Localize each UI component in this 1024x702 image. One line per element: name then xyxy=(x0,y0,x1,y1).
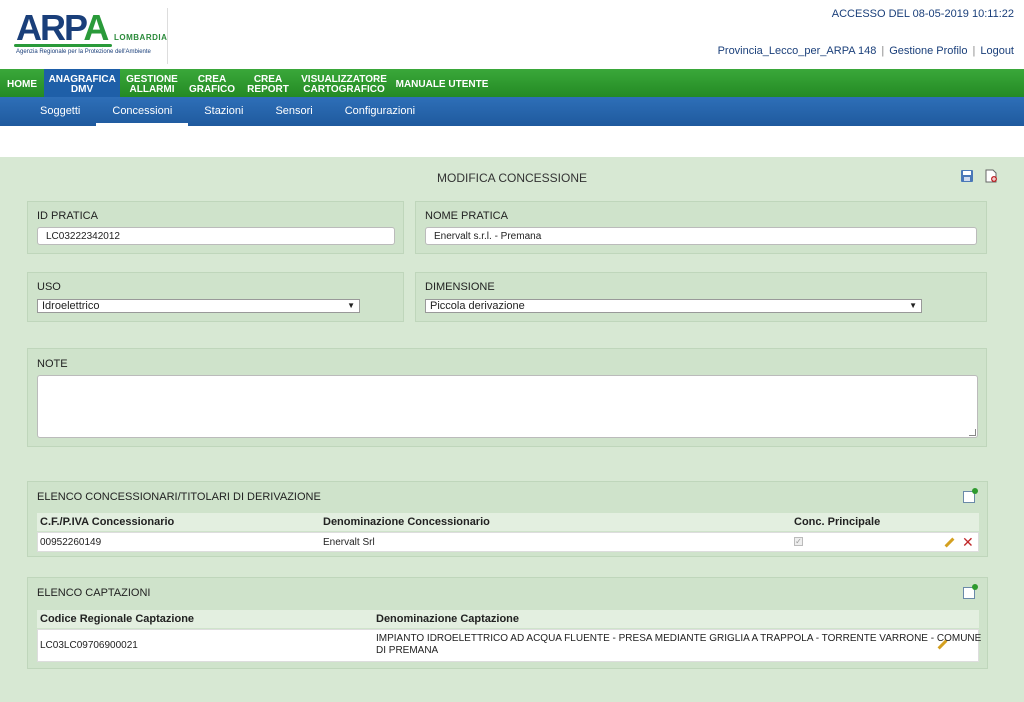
captazioni-title: ELENCO CAPTAZIONI xyxy=(37,587,151,599)
profile-link[interactable]: Gestione Profilo xyxy=(889,45,967,57)
dimensione-panel: DIMENSIONE Piccola derivazione ▼ xyxy=(415,272,987,322)
principale-checkbox: ✓ xyxy=(794,537,803,546)
toolbar xyxy=(960,169,998,183)
id-pratica-input[interactable]: LC03222342012 xyxy=(37,227,395,245)
dimensione-label: DIMENSIONE xyxy=(425,281,495,293)
save-icon[interactable] xyxy=(960,169,974,183)
subnav-stazioni[interactable]: Stazioni xyxy=(188,97,259,126)
uso-select[interactable]: Idroelettrico ▼ xyxy=(37,299,360,313)
subnav-sensori[interactable]: Sensori xyxy=(259,97,328,126)
table-row[interactable]: 00952260149 Enervalt Srl ✓ ✕ xyxy=(37,532,979,552)
add-captazione-icon[interactable] xyxy=(963,584,978,599)
nav-crea-report[interactable]: CREA REPORT xyxy=(240,69,296,97)
nav-visualizzatore-cartografico[interactable]: VISUALIZZATORE CARTOGRAFICO xyxy=(296,69,392,97)
note-panel: NOTE xyxy=(27,348,987,447)
nav-label: MANUALE UTENTE xyxy=(395,79,489,90)
uso-select-value: Idroelettrico xyxy=(42,300,100,312)
cell-codice: LC03LC09706900021 xyxy=(40,640,138,651)
nav-crea-grafico[interactable]: CREA GRAFICO xyxy=(184,69,240,97)
separator: | xyxy=(881,45,885,57)
arpa-logo[interactable]: ARPA LOMBARDIA Agenzia Regionale per la … xyxy=(14,8,168,64)
subnav-concessioni[interactable]: Concessioni xyxy=(96,97,189,126)
subnav-soggetti[interactable]: Soggetti xyxy=(24,97,96,126)
logo-tagline: Agenzia Regionale per la Protezione dell… xyxy=(16,49,151,55)
nome-pratica-input[interactable]: Enervalt s.r.l. - Premana xyxy=(425,227,977,245)
col-denominazione: Denominazione Concessionario xyxy=(323,516,490,528)
cell-cf: 00952260149 xyxy=(40,537,102,548)
nav-label: CREA GRAFICO xyxy=(188,74,236,95)
logo-swoosh xyxy=(14,44,112,47)
uso-label: USO xyxy=(37,281,61,293)
main-nav: HOME ANAGRAFICA DMV GESTIONE ALLARMI CRE… xyxy=(0,69,1024,97)
logout-link[interactable]: Logout xyxy=(980,45,1014,57)
content-area: MODIFICA CONCESSIONE ID PRATICA LC032223… xyxy=(0,157,1024,702)
nav-label: ANAGRAFICA DMV xyxy=(48,74,116,95)
delete-x-icon[interactable]: ✕ xyxy=(962,535,974,549)
col-principale: Conc. Principale xyxy=(794,516,881,528)
cell-denominazione: Enervalt Srl xyxy=(323,537,375,548)
cell-denominazione-line1: IMPIANTO IDROELETTRICO AD ACQUA FLUENTE … xyxy=(376,633,982,644)
logo-region: LOMBARDIA xyxy=(114,33,168,42)
nav-gestione-allarmi[interactable]: GESTIONE ALLARMI xyxy=(120,69,184,97)
nav-manuale-utente[interactable]: MANUALE UTENTE xyxy=(392,69,492,97)
access-timestamp: ACCESSO DEL 08-05-2019 10:11:22 xyxy=(831,8,1014,20)
dimensione-select[interactable]: Piccola derivazione ▼ xyxy=(425,299,922,313)
concessionari-table-header: C.F./P.IVA Concessionario Denominazione … xyxy=(37,513,979,531)
page-title: MODIFICA CONCESSIONE xyxy=(436,171,588,185)
subnav-configurazioni[interactable]: Configurazioni xyxy=(329,97,431,126)
sub-nav: Soggetti Concessioni Stazioni Sensori Co… xyxy=(0,97,1024,126)
nav-home[interactable]: HOME xyxy=(0,69,44,97)
nome-pratica-panel: NOME PRATICA Enervalt s.r.l. - Premana xyxy=(415,201,987,254)
user-link[interactable]: Provincia_Lecco_per_ARPA 148 xyxy=(718,45,877,57)
captazioni-panel: ELENCO CAPTAZIONI Codice Regionale Capta… xyxy=(27,577,988,669)
id-pratica-panel: ID PRATICA LC03222342012 xyxy=(27,201,404,254)
col-codice: Codice Regionale Captazione xyxy=(40,613,195,625)
user-links: Provincia_Lecco_per_ARPA 148 | Gestione Pr… xyxy=(718,45,1014,57)
note-textarea[interactable] xyxy=(37,375,978,438)
dimensione-select-value: Piccola derivazione xyxy=(430,300,525,312)
nav-label: HOME xyxy=(7,79,37,90)
nav-label: CREA REPORT xyxy=(247,74,289,95)
nav-anagrafica-dmv[interactable]: ANAGRAFICA DMV xyxy=(44,69,120,97)
nome-pratica-label: NOME PRATICA xyxy=(425,210,508,222)
logo-text: ARPA xyxy=(16,7,109,48)
col-denominazione: Denominazione Captazione xyxy=(376,613,520,625)
note-label: NOTE xyxy=(37,358,68,370)
nav-label: GESTIONE ALLARMI xyxy=(126,74,178,95)
add-concessionario-icon[interactable] xyxy=(963,488,978,503)
col-cf: C.F./P.IVA Concessionario xyxy=(40,516,175,528)
edit-pencil-icon[interactable] xyxy=(944,537,955,548)
table-row[interactable]: LC03LC09706900021 IMPIANTO IDROELETTRICO… xyxy=(37,629,982,662)
chevron-down-icon: ▼ xyxy=(909,301,917,310)
separator: | xyxy=(972,45,976,57)
id-pratica-label: ID PRATICA xyxy=(37,210,98,222)
nav-label: VISUALIZZATORE CARTOGRAFICO xyxy=(301,74,387,95)
concessionari-title: ELENCO CONCESSIONARI/TITOLARI DI DERIVAZ… xyxy=(37,491,321,503)
captazioni-table-header: Codice Regionale Captazione Denominazion… xyxy=(37,610,979,628)
chevron-down-icon: ▼ xyxy=(347,301,355,310)
concessionari-panel: ELENCO CONCESSIONARI/TITOLARI DI DERIVAZ… xyxy=(27,481,988,557)
cell-denominazione-line2: DI PREMANA xyxy=(376,645,439,656)
resize-handle-icon[interactable] xyxy=(969,429,976,436)
uso-panel: USO Idroelettrico ▼ xyxy=(27,272,404,322)
pdf-icon[interactable] xyxy=(984,169,998,183)
header: ARPA LOMBARDIA Agenzia Regionale per la … xyxy=(0,0,1024,69)
